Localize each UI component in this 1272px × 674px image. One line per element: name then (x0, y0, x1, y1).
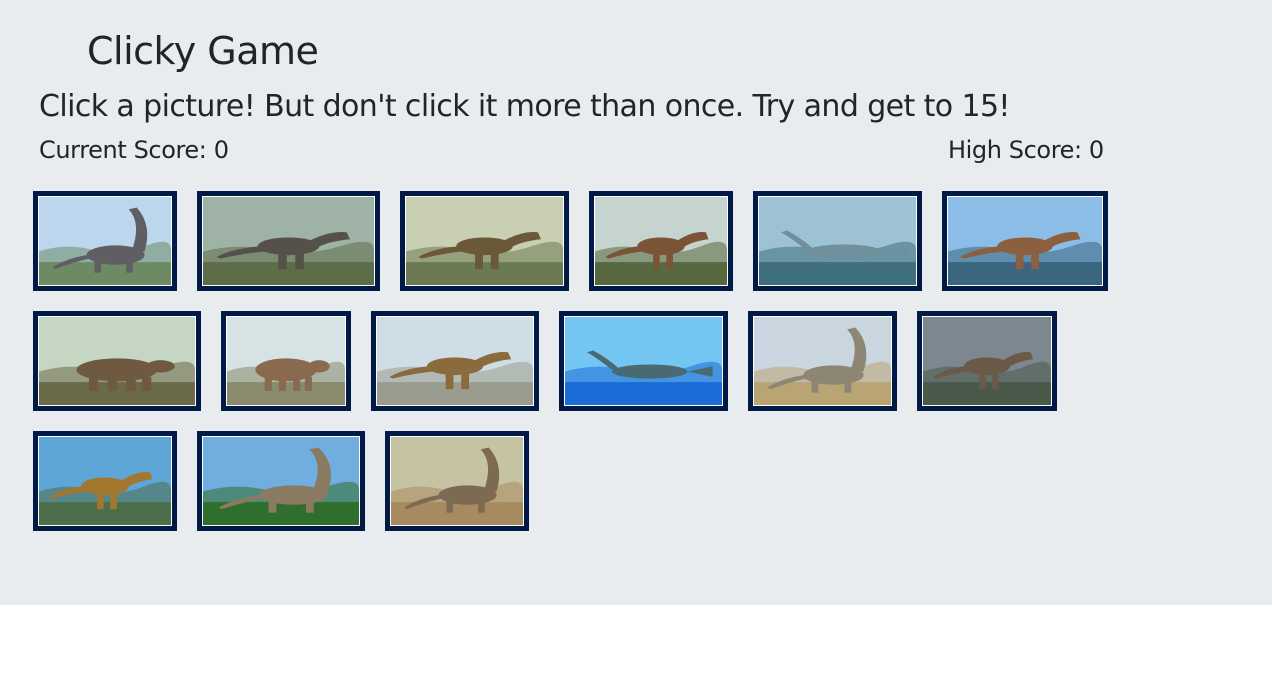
spinosaurus-river-card[interactable] (942, 191, 1108, 291)
dinosaur-valley-card[interactable] (385, 431, 529, 531)
current-score: Current Score: 0 (39, 136, 229, 164)
plesiosaur-underwater-card[interactable] (559, 311, 728, 411)
dinosaur-picture (923, 317, 1051, 405)
trex-triceratops-card[interactable] (400, 191, 569, 291)
trex-crocodile-card[interactable] (917, 311, 1057, 411)
dinosaur-picture (227, 317, 345, 405)
game-jumbotron: Clicky Game Click a picture! But don't c… (0, 0, 1272, 605)
dinosaur-picture (39, 437, 171, 525)
dinosaur-picture (203, 437, 359, 525)
game-instructions: Click a picture! But don't click it more… (39, 89, 1010, 124)
allosaurus-shore-card[interactable] (371, 311, 539, 411)
spinosaurus-swimming-card[interactable] (753, 191, 922, 291)
dinosaur-picture (754, 317, 891, 405)
dinosaur-picture (39, 317, 195, 405)
brachiosaurus-forest-card[interactable] (197, 431, 365, 531)
dinosaur-picture (565, 317, 722, 405)
dinosaur-picture (39, 197, 171, 285)
brachiosaurus-pair-card[interactable] (748, 311, 897, 411)
dinosaur-picture (759, 197, 916, 285)
dinosaur-picture (595, 197, 727, 285)
page-title: Clicky Game (87, 29, 319, 73)
trex-jungle-card[interactable] (197, 191, 380, 291)
dinosaur-picture (203, 197, 374, 285)
trex-standing-card[interactable] (33, 431, 177, 531)
dinosaur-picture (406, 197, 563, 285)
dinosaur-picture (948, 197, 1102, 285)
trex-roaring-card[interactable] (589, 191, 733, 291)
triceratops-card[interactable] (221, 311, 351, 411)
dinosaur-picture (391, 437, 523, 525)
high-score: High Score: 0 (948, 136, 1104, 164)
ankylosaurus-card[interactable] (33, 311, 201, 411)
dinosaur-picture (377, 317, 533, 405)
sauropod-herd-card[interactable] (33, 191, 177, 291)
